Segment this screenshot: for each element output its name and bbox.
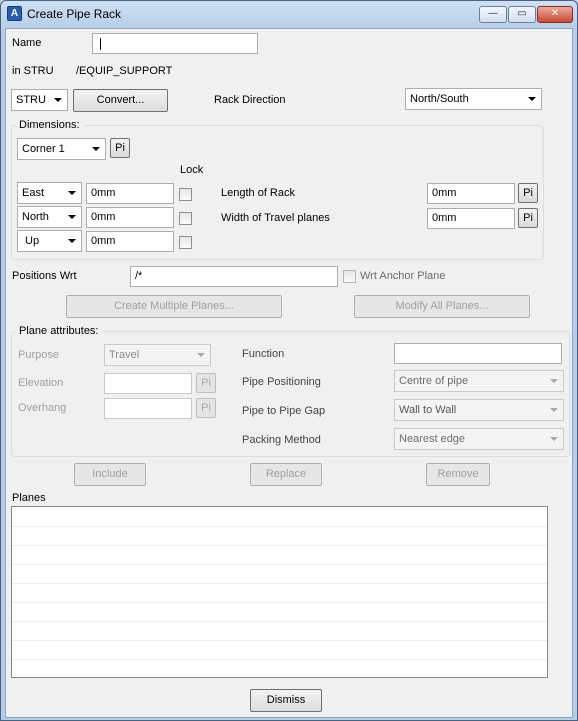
packing-method-label: Packing Method: [242, 434, 321, 446]
width-pick-button[interactable]: Pi: [518, 208, 538, 228]
text-caret: [100, 38, 101, 50]
planes-label: Planes: [12, 492, 46, 504]
up-value-input[interactable]: 0mm: [86, 231, 174, 252]
minimize-button[interactable]: —: [479, 6, 507, 23]
north-direction-select[interactable]: North: [17, 206, 82, 228]
packing-method-select[interactable]: Nearest edge: [394, 428, 564, 450]
north-direction-value: North: [22, 211, 49, 223]
pipe-to-pipe-gap-select[interactable]: Wall to Wall: [394, 399, 564, 421]
list-row-line: [12, 621, 547, 622]
app-icon: A: [7, 6, 22, 21]
elevation-input[interactable]: [104, 373, 192, 394]
east-lock-checkbox[interactable]: [179, 188, 192, 201]
chevron-down-icon: [54, 98, 62, 102]
purpose-select[interactable]: Travel: [104, 344, 211, 366]
list-row-line: [12, 564, 547, 565]
name-label: Name: [12, 37, 42, 49]
wrt-anchor-plane-checkbox[interactable]: [343, 270, 356, 283]
list-row-line: [12, 640, 547, 641]
function-label: Function: [242, 348, 285, 360]
corner-pick-button[interactable]: Pi: [110, 138, 130, 158]
chevron-down-icon: [92, 147, 100, 151]
chevron-down-icon: [550, 408, 558, 412]
owner-path: /EQUIP_SUPPORT: [76, 65, 173, 77]
corner-select-value: Corner 1: [22, 143, 65, 155]
elevation-pick-button[interactable]: Pi: [196, 373, 216, 393]
north-lock-checkbox[interactable]: [179, 212, 192, 225]
list-row-line: [12, 526, 547, 527]
up-direction-value: Up: [25, 235, 40, 247]
elevation-label: Elevation: [18, 377, 64, 389]
rack-direction-label: Rack Direction: [214, 94, 286, 106]
create-multiple-planes-button[interactable]: Create Multiple Planes...: [66, 295, 282, 318]
pipe-positioning-select[interactable]: Centre of pipe: [394, 370, 564, 392]
modify-all-planes-button[interactable]: Modify All Planes...: [354, 295, 530, 318]
chevron-down-icon: [550, 379, 558, 383]
width-of-travel-planes-label: Width of Travel planes: [221, 212, 330, 224]
list-row-line: [12, 602, 547, 603]
wrt-anchor-plane-label: Wrt Anchor Plane: [360, 270, 446, 282]
packing-method-value: Nearest edge: [399, 433, 466, 445]
chevron-down-icon: [68, 215, 76, 219]
list-row-line: [12, 583, 547, 584]
length-pick-button[interactable]: Pi: [518, 183, 538, 203]
pipe-to-pipe-gap-label: Pipe to Pipe Gap: [242, 405, 326, 417]
maximize-button[interactable]: ▭: [508, 6, 536, 23]
purpose-label: Purpose: [18, 349, 59, 361]
east-direction-value: East: [22, 187, 45, 199]
remove-button[interactable]: Remove: [426, 463, 490, 486]
positions-wrt-input[interactable]: /*: [130, 266, 338, 287]
overhang-pick-button[interactable]: Pi: [196, 398, 216, 418]
lock-label: Lock: [180, 164, 204, 176]
chevron-down-icon: [550, 437, 558, 441]
rack-direction-value: North/South: [410, 93, 469, 105]
chevron-down-icon: [68, 239, 76, 243]
function-input[interactable]: [394, 343, 562, 364]
in-stru-label: in STRU: [12, 65, 54, 77]
purpose-value: Travel: [109, 349, 140, 361]
length-of-rack-input[interactable]: 0mm: [427, 183, 515, 204]
close-button[interactable]: ✕: [537, 6, 573, 23]
plane-attributes-title: Plane attributes:: [16, 325, 102, 337]
dialog-body: Name in STRU /EQUIP_SUPPORT STRU Convert…: [5, 28, 573, 718]
include-button[interactable]: Include: [74, 463, 146, 486]
window-title: Create Pipe Rack: [27, 7, 122, 21]
list-row-line: [12, 545, 547, 546]
replace-button[interactable]: Replace: [250, 463, 322, 486]
create-pipe-rack-window: A Create Pipe Rack — ▭ ✕ Name in STRU /E…: [0, 0, 578, 721]
chevron-down-icon: [528, 97, 536, 101]
convert-button[interactable]: Convert...: [73, 89, 168, 112]
positions-wrt-label: Positions Wrt: [12, 270, 77, 282]
width-of-travel-planes-input[interactable]: 0mm: [427, 208, 515, 229]
type-select-value: STRU: [16, 94, 46, 106]
dimensions-title: Dimensions:: [16, 119, 83, 131]
overhang-input[interactable]: [104, 398, 192, 419]
chevron-down-icon: [197, 353, 205, 357]
title-bar[interactable]: A Create Pipe Rack — ▭ ✕: [1, 1, 577, 27]
north-value-input[interactable]: 0mm: [86, 207, 174, 228]
chevron-down-icon: [68, 191, 76, 195]
overhang-label: Overhang: [18, 402, 67, 414]
pipe-to-pipe-gap-value: Wall to Wall: [399, 404, 457, 416]
length-of-rack-label: Length of Rack: [221, 187, 295, 199]
type-select[interactable]: STRU: [11, 89, 68, 111]
dismiss-button[interactable]: Dismiss: [250, 689, 322, 712]
east-direction-select[interactable]: East: [17, 182, 82, 204]
pipe-positioning-label: Pipe Positioning: [242, 376, 321, 388]
pipe-positioning-value: Centre of pipe: [399, 375, 469, 387]
planes-list[interactable]: [11, 506, 548, 678]
up-direction-select[interactable]: Up: [17, 230, 82, 252]
corner-select[interactable]: Corner 1: [17, 138, 106, 160]
name-input[interactable]: [92, 33, 258, 54]
east-value-input[interactable]: 0mm: [86, 183, 174, 204]
rack-direction-select[interactable]: North/South: [405, 88, 542, 110]
list-row-line: [12, 659, 547, 660]
up-lock-checkbox[interactable]: [179, 236, 192, 249]
